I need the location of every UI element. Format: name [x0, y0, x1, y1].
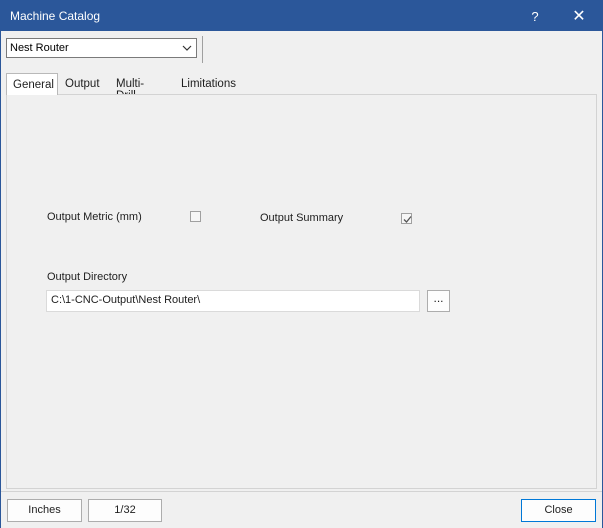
- close-button[interactable]: Close: [521, 499, 596, 522]
- title-bar: Machine Catalog ? ✕: [1, 1, 602, 31]
- output-summary-checkbox[interactable]: [401, 213, 412, 224]
- help-icon: ?: [531, 8, 539, 24]
- browse-button[interactable]: ...: [427, 290, 450, 312]
- tab-limitations-label: Limitations: [181, 78, 236, 90]
- tab-general-label: General: [13, 79, 54, 91]
- checkmark-icon: [403, 216, 412, 223]
- window-title: Machine Catalog: [10, 9, 101, 23]
- footer-bar: Inches 1/32 Close: [1, 491, 602, 528]
- tab-general[interactable]: General: [6, 73, 58, 95]
- chevron-down-icon: [182, 45, 192, 51]
- output-summary-label: Output Summary: [260, 212, 344, 224]
- close-icon: ✕: [572, 8, 586, 25]
- close-window-button[interactable]: ✕: [557, 1, 601, 31]
- output-metric-checkbox[interactable]: [190, 211, 201, 222]
- output-directory-field[interactable]: C:\1-CNC-Output\Nest Router\: [46, 290, 420, 312]
- output-directory-label: Output Directory: [47, 271, 128, 283]
- general-tab-panel: Output Metric (mm) Output Summary Output…: [6, 94, 597, 489]
- machine-select[interactable]: Nest Router: [6, 38, 197, 58]
- units-button[interactable]: Inches: [7, 499, 82, 522]
- output-metric-label: Output Metric (mm): [47, 211, 142, 223]
- tab-output[interactable]: Output: [65, 74, 100, 93]
- tab-limitations[interactable]: Limitations: [181, 74, 236, 93]
- tab-multi-drill[interactable]: Multi-Drill: [116, 74, 144, 102]
- toolbar-separator: [202, 36, 203, 63]
- machine-catalog-window: Machine Catalog ? ✕ Nest Router General …: [0, 0, 603, 528]
- machine-select-value: Nest Router: [10, 42, 69, 54]
- help-button[interactable]: ?: [513, 1, 557, 31]
- tab-output-label: Output: [65, 78, 100, 90]
- fraction-button[interactable]: 1/32: [88, 499, 162, 522]
